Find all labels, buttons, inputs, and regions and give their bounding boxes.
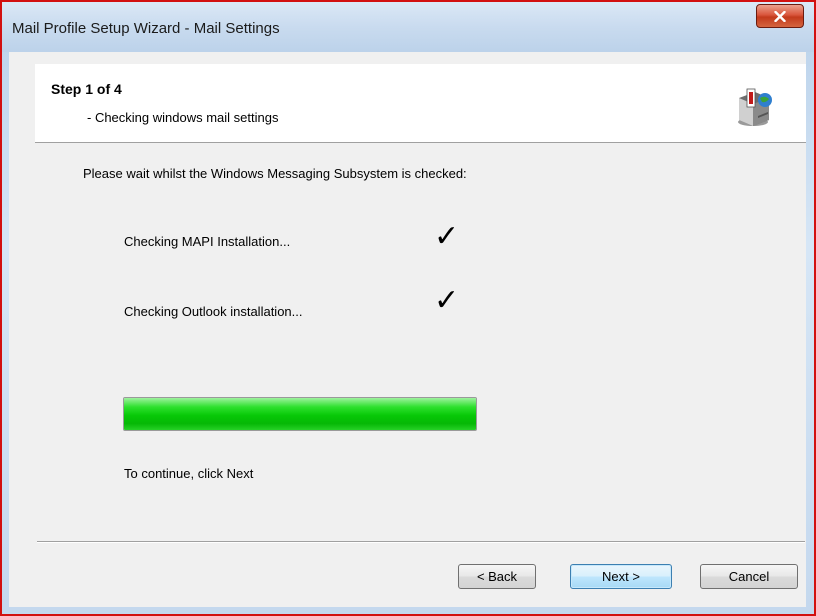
wizard-header: Step 1 of 4 - Checking windows mail sett… [35,64,806,142]
wizard-window: Mail Profile Setup Wizard - Mail Setting… [0,0,816,616]
close-icon [774,10,786,22]
next-button[interactable]: Next > [570,564,672,589]
back-button[interactable]: < Back [458,564,536,589]
intro-text: Please wait whilst the Windows Messaging… [83,166,467,181]
check-item-mapi: Checking MAPI Installation... [124,234,290,249]
mail-server-icon [735,86,775,133]
progress-bar [123,397,477,431]
close-button[interactable] [756,4,804,28]
step-subtitle: - Checking windows mail settings [87,110,279,125]
check-item-outlook: Checking Outlook installation... [124,304,302,319]
step-title: Step 1 of 4 [51,81,122,97]
check-item-label: Checking Outlook installation... [124,304,303,319]
continue-instruction: To continue, click Next [124,466,254,481]
progress-bar-fill [124,398,476,430]
checkmark-icon: ✓ [434,283,460,318]
dialog-client-area: Step 1 of 4 - Checking windows mail sett… [9,52,806,607]
checkmark-icon: ✓ [434,219,460,254]
title-bar[interactable]: Mail Profile Setup Wizard - Mail Setting… [2,2,814,52]
cancel-button[interactable]: Cancel [700,564,798,589]
header-divider [35,142,806,143]
window-title: Mail Profile Setup Wizard - Mail Setting… [12,20,280,37]
check-item-label: Checking MAPI Installation... [124,234,291,249]
footer-divider [37,541,805,542]
